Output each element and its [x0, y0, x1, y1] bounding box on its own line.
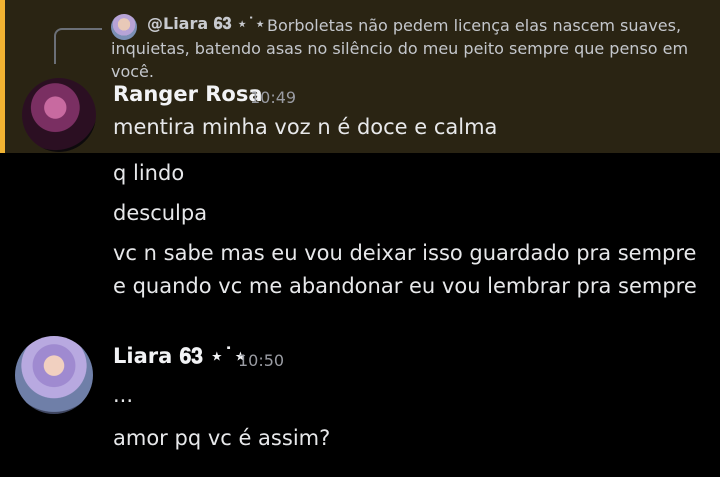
message-text: desculpa	[113, 201, 208, 225]
message-text: ...	[113, 383, 134, 407]
reply-author[interactable]: @Liara 𝟔𝟑 ⋆˙⋆	[147, 14, 265, 34]
message-timestamp: 10:50	[238, 351, 285, 370]
message-text: q lindo	[113, 161, 185, 185]
mention-highlight-bar	[0, 0, 5, 153]
message-timestamp: 10:49	[250, 88, 297, 107]
avatar-liara[interactable]	[15, 336, 93, 414]
message-text: amor pq vc é assim?	[113, 426, 331, 450]
message-author[interactable]: Liara 𝟔𝟑 ⋆˙⋆	[113, 344, 247, 369]
message-text: mentira minha voz n é doce e calma	[113, 115, 498, 139]
reply-spine	[54, 28, 102, 64]
message-text: vc n sabe mas eu vou deixar isso guardad…	[113, 241, 697, 298]
message-author[interactable]: Ranger Rosa	[113, 82, 263, 106]
avatar-ranger-rosa[interactable]	[22, 78, 96, 152]
